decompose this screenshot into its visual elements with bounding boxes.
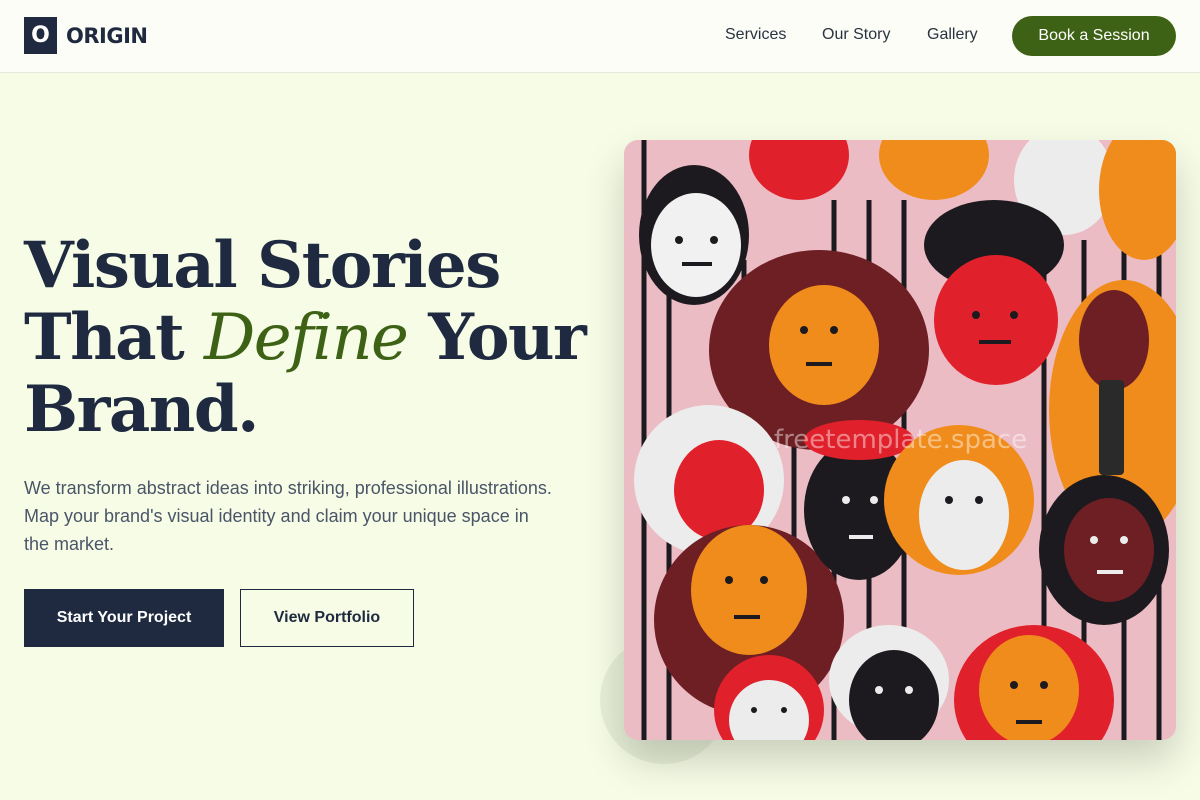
- nav-link-services[interactable]: Services: [725, 24, 786, 46]
- face-red-buns: [924, 200, 1064, 385]
- nav-link-gallery[interactable]: Gallery: [927, 24, 978, 46]
- hero-headline: Visual Stories That Define Your Brand.: [24, 230, 594, 446]
- nav-link-our-story[interactable]: Our Story: [822, 24, 890, 46]
- logo-mark: O: [24, 17, 57, 54]
- logo-text: ORIGIN: [66, 23, 148, 48]
- headline-line-3: Brand.: [24, 372, 259, 447]
- hero-illustration: freetemplate.space: [624, 140, 1176, 740]
- start-project-button[interactable]: Start Your Project: [24, 589, 224, 647]
- headline-line-1: Visual Stories: [24, 228, 501, 303]
- headline-line-2: That Define Your: [24, 300, 594, 375]
- site-header: O ORIGIN Services Our Story Gallery Book…: [0, 0, 1200, 73]
- hero-subtext: We transform abstract ideas into strikin…: [24, 478, 552, 554]
- headline-accent-word: Define: [203, 301, 409, 375]
- view-portfolio-button[interactable]: View Portfolio: [240, 589, 414, 647]
- book-session-button[interactable]: Book a Session: [1012, 16, 1176, 56]
- face-white-top-left: [639, 165, 749, 305]
- brand-logo[interactable]: O ORIGIN: [24, 17, 148, 54]
- headline-word-your: Your: [428, 300, 587, 375]
- image-watermark: freetemplate.space: [774, 425, 1028, 455]
- headline-word-that: That: [24, 300, 185, 375]
